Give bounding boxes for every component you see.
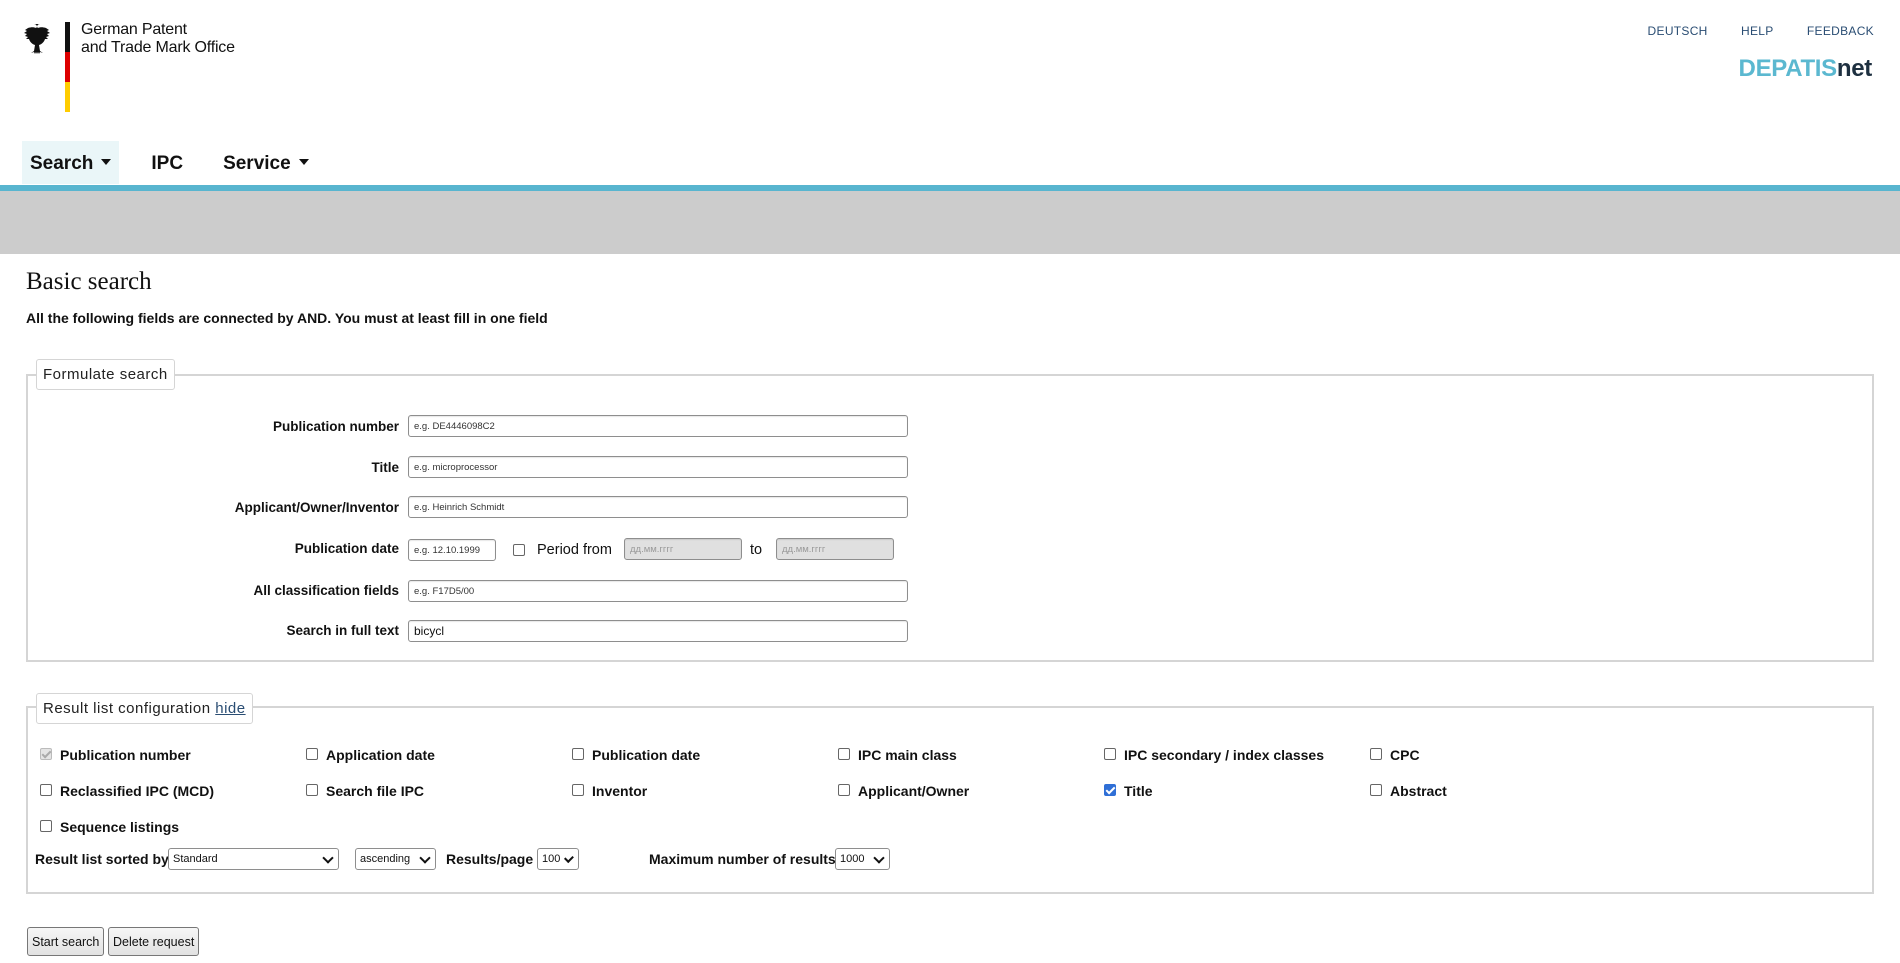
nav-service[interactable]: Service (215, 141, 317, 184)
sorted-by-label: Result list sorted by (35, 851, 169, 867)
max-results-select[interactable]: 1000 (835, 848, 890, 870)
checkbox-title[interactable] (1104, 784, 1116, 796)
checkbox-cpc[interactable] (1370, 748, 1382, 760)
checkbox-label: Sequence listings (60, 819, 179, 835)
checkbox-label: Applicant/Owner (858, 783, 969, 799)
checkbox-label: Publication date (592, 747, 700, 763)
link-deutsch[interactable]: DEUTSCH (1648, 24, 1708, 38)
formulate-search-fieldset (26, 374, 1874, 662)
sort-order-value: ascending (360, 853, 410, 865)
period-to-label: to (750, 542, 762, 558)
checkbox-inventor[interactable] (572, 784, 584, 796)
sorted-by-select[interactable]: Standard (168, 848, 339, 870)
link-help[interactable]: HELP (1741, 24, 1774, 38)
max-results-label: Maximum number of results (649, 851, 836, 867)
checkbox-label: CPC (1390, 747, 1420, 763)
classification-label: All classification fields (99, 583, 399, 598)
checkbox-ipc-secondary[interactable] (1104, 748, 1116, 760)
classification-input[interactable] (408, 580, 908, 602)
link-feedback[interactable]: FEEDBACK (1807, 24, 1874, 38)
start-search-button[interactable]: Start search (27, 927, 104, 956)
checkbox-applicant-owner[interactable] (838, 784, 850, 796)
german-flag-stripe (65, 22, 70, 112)
checkbox-publication-date[interactable] (572, 748, 584, 760)
checkbox-reclassified-ipc[interactable] (40, 784, 52, 796)
checkbox-label: Title (1124, 783, 1153, 799)
checkbox-label: IPC secondary / index classes (1124, 747, 1324, 763)
checkbox-publication-number (40, 748, 52, 760)
checkbox-search-file-ipc[interactable] (306, 784, 318, 796)
period-from-label: Period from (537, 542, 612, 558)
nav-search[interactable]: Search (22, 141, 119, 184)
checkbox-label: Publication number (60, 747, 191, 763)
fulltext-input[interactable] (408, 620, 908, 642)
chevron-down-icon (322, 852, 333, 863)
nav-search-label: Search (30, 153, 93, 174)
office-name: German Patent and Trade Mark Office (81, 21, 235, 57)
formulate-search-legend: Formulate search (36, 359, 175, 390)
sort-order-select[interactable]: ascending (355, 848, 436, 870)
publication-number-label: Publication number (99, 419, 399, 434)
page-title: Basic search (26, 268, 152, 296)
breadcrumb-band (0, 191, 1900, 254)
nav-service-label: Service (223, 153, 291, 174)
chevron-down-icon (419, 852, 430, 863)
period-checkbox[interactable] (513, 544, 525, 556)
depatisnet-brand[interactable]: DEPATISnet (1739, 55, 1872, 83)
checkbox-abstract[interactable] (1370, 784, 1382, 796)
nav-ipc[interactable]: IPC (143, 141, 191, 184)
result-config-legend-text: Result list configuration (43, 700, 211, 717)
checkbox-label: IPC main class (858, 747, 957, 763)
publication-number-input[interactable] (408, 415, 908, 437)
chevron-down-icon (564, 853, 574, 863)
nav-ipc-label: IPC (151, 153, 183, 174)
checkbox-label: Reclassified IPC (MCD) (60, 783, 214, 799)
checkbox-label: Search file IPC (326, 783, 424, 799)
fulltext-label: Search in full text (99, 623, 399, 638)
caret-down-icon (299, 159, 309, 165)
top-links: DEUTSCH HELP FEEDBACK (1618, 24, 1874, 38)
brand-part1: DEPATIS (1739, 55, 1837, 82)
title-input[interactable] (408, 456, 908, 478)
applicant-input[interactable] (408, 496, 908, 518)
publication-date-label: Publication date (99, 541, 399, 556)
caret-down-icon (101, 159, 111, 165)
checkbox-sequence-listings[interactable] (40, 820, 52, 832)
hide-link[interactable]: hide (215, 700, 245, 717)
checkbox-ipc-main-class[interactable] (838, 748, 850, 760)
intro-text: All the following fields are connected b… (26, 310, 548, 326)
chevron-down-icon (873, 852, 884, 863)
brand-part2: net (1837, 55, 1872, 82)
title-label: Title (99, 460, 399, 475)
sorted-by-value: Standard (173, 853, 218, 865)
period-from-input (624, 538, 742, 560)
results-page-value: 100 (542, 853, 560, 865)
checkbox-label: Inventor (592, 783, 647, 799)
checkbox-application-date[interactable] (306, 748, 318, 760)
federal-eagle-logo (22, 22, 58, 58)
applicant-label: Applicant/Owner/Inventor (99, 500, 399, 515)
result-config-legend: Result list configuration hide (36, 693, 253, 724)
publication-date-input[interactable] (408, 539, 496, 561)
checkbox-label: Abstract (1390, 783, 1447, 799)
max-results-value: 1000 (840, 853, 864, 865)
period-to-input (776, 538, 894, 560)
checkbox-label: Application date (326, 747, 435, 763)
delete-request-button[interactable]: Delete request (108, 927, 199, 956)
main-nav: Search IPC Service (22, 141, 341, 184)
results-page-select[interactable]: 100 (537, 848, 579, 870)
results-page-label: Results/page (446, 851, 533, 867)
